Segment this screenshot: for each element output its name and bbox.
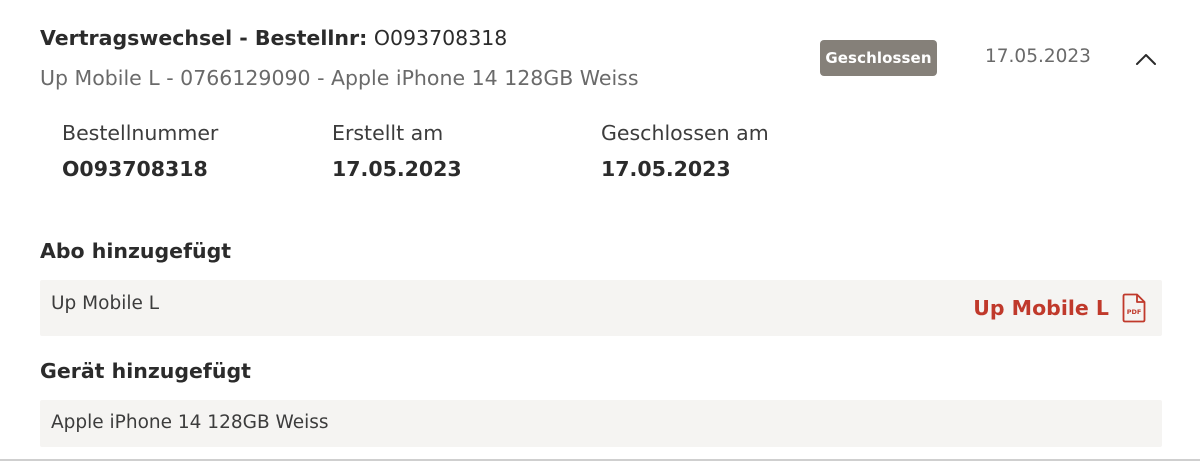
order-card: Vertragswechsel - Bestellnr: O093708318 … [0,0,1200,461]
order-details: Bestellnummer O093708318 Erstellt am 17.… [62,118,862,188]
order-title: Vertragswechsel - Bestellnr: O093708318 [40,24,507,52]
subscription-item: Up Mobile L [51,293,160,314]
detail-closed: Geschlossen am 17.05.2023 [601,118,861,183]
order-date: 17.05.2023 [985,46,1091,67]
detail-value: O093708318 [62,157,208,181]
detail-label: Bestellnummer [62,121,219,145]
device-item: Apple iPhone 14 128GB Weiss [51,412,329,433]
device-heading: Gerät hinzugefügt [40,359,251,383]
chevron-up-icon [1136,54,1156,65]
order-subtitle: Up Mobile L - 0766129090 - Apple iPhone … [40,66,639,90]
detail-value: 17.05.2023 [332,157,462,181]
detail-label: Geschlossen am [601,121,769,145]
subscription-heading: Abo hinzugefügt [40,239,232,263]
status-badge: Geschlossen [820,40,937,76]
detail-label: Erstellt am [332,121,444,145]
detail-value: 17.05.2023 [601,157,731,181]
pdf-icon-text: PDF [1127,308,1142,316]
collapse-toggle-button[interactable] [1128,44,1164,74]
device-row: Apple iPhone 14 128GB Weiss [40,400,1162,447]
detail-created: Erstellt am 17.05.2023 [332,118,592,183]
subscription-row: Up Mobile L Up Mobile L PDF [40,280,1162,336]
order-header: Vertragswechsel - Bestellnr: O093708318 … [40,24,1170,99]
subscription-document-link[interactable]: Up Mobile L PDF [973,293,1146,323]
pdf-file-icon: PDF [1122,293,1146,323]
detail-order-number: Bestellnummer O093708318 [62,118,322,183]
order-title-number: O093708318 [373,26,508,50]
document-link-label: Up Mobile L [973,296,1109,320]
order-title-label: Vertragswechsel - Bestellnr: [40,26,368,50]
